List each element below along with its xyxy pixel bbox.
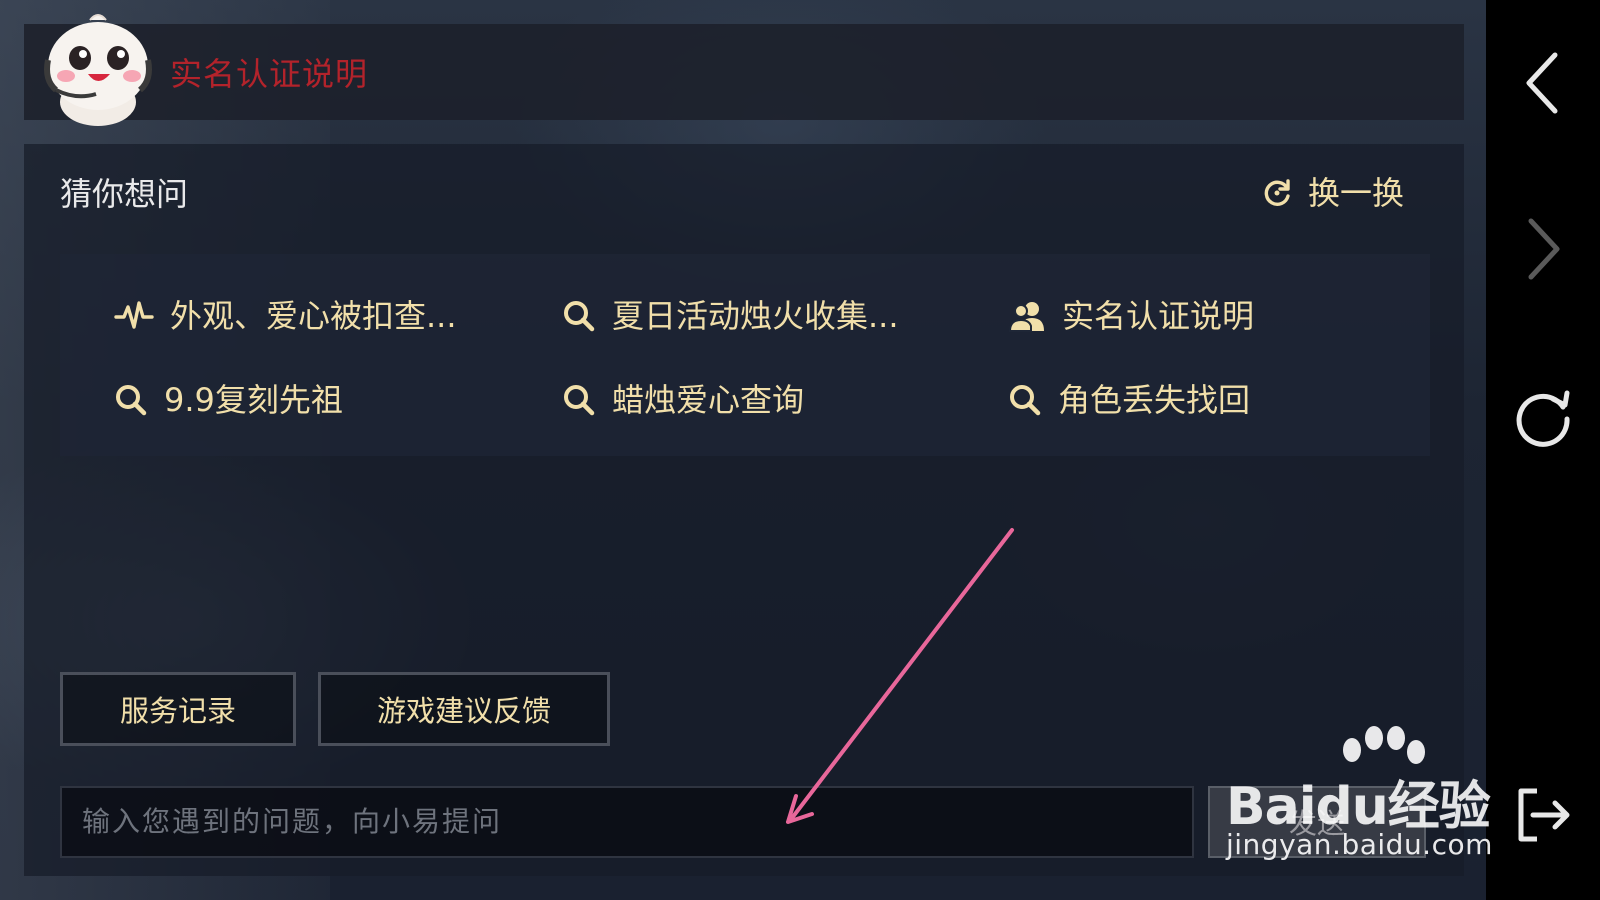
- exit-icon: [1518, 788, 1570, 842]
- question-label: 蜡烛爱心查询: [612, 381, 805, 419]
- question-item[interactable]: 角色丢失找回: [1008, 380, 1250, 420]
- search-icon: [1010, 385, 1041, 416]
- back-button[interactable]: [1500, 40, 1586, 126]
- question-input[interactable]: 输入您遇到的问题，向小易提问: [60, 786, 1194, 858]
- question-item[interactable]: 蜡烛爱心查询: [562, 380, 804, 420]
- users-icon: [1008, 302, 1044, 332]
- question-label: 实名认证说明: [1062, 297, 1255, 335]
- reload-icon: [1516, 390, 1570, 447]
- mascot-avatar: [44, 14, 152, 126]
- search-icon: [564, 385, 595, 416]
- search-icon: [116, 385, 147, 416]
- feedback-button[interactable]: 游戏建议反馈: [318, 672, 610, 746]
- help-panel: 猜你想问 换一换 外观、爱心被扣查... 夏日活动烛火收集... 实名认证说明 …: [24, 144, 1464, 876]
- exit-button[interactable]: [1500, 772, 1586, 858]
- question-item[interactable]: 外观、爱心被扣查...: [114, 296, 457, 336]
- reload-button[interactable]: [1500, 372, 1586, 458]
- question-item[interactable]: 9.9复刻先祖: [114, 380, 343, 420]
- suggested-questions-grid: 外观、爱心被扣查... 夏日活动烛火收集... 实名认证说明 9.9复刻先祖 蜡…: [60, 254, 1430, 456]
- service-record-button[interactable]: 服务记录: [60, 672, 296, 746]
- guess-section-title: 猜你想问: [60, 175, 189, 213]
- pulse-icon: [114, 301, 154, 329]
- forward-button[interactable]: [1500, 206, 1586, 292]
- question-item[interactable]: 夏日活动烛火收集...: [562, 296, 899, 336]
- question-label: 夏日活动烛火收集...: [612, 297, 899, 335]
- header-title: 实名认证说明: [170, 55, 369, 93]
- refresh-icon: [1264, 179, 1290, 206]
- send-button[interactable]: 发送: [1208, 786, 1426, 858]
- refresh-button[interactable]: 换一换: [1260, 172, 1404, 214]
- question-label: 外观、爱心被扣查...: [170, 297, 457, 335]
- question-item[interactable]: 实名认证说明: [1008, 296, 1254, 336]
- search-icon: [564, 301, 595, 332]
- refresh-label: 换一换: [1307, 174, 1404, 212]
- forward-icon: [1528, 218, 1560, 280]
- question-label: 9.9复刻先祖: [164, 381, 343, 419]
- question-label: 角色丢失找回: [1058, 381, 1251, 419]
- header-bar: 实名认证说明: [24, 14, 1464, 126]
- back-icon: [1526, 52, 1558, 114]
